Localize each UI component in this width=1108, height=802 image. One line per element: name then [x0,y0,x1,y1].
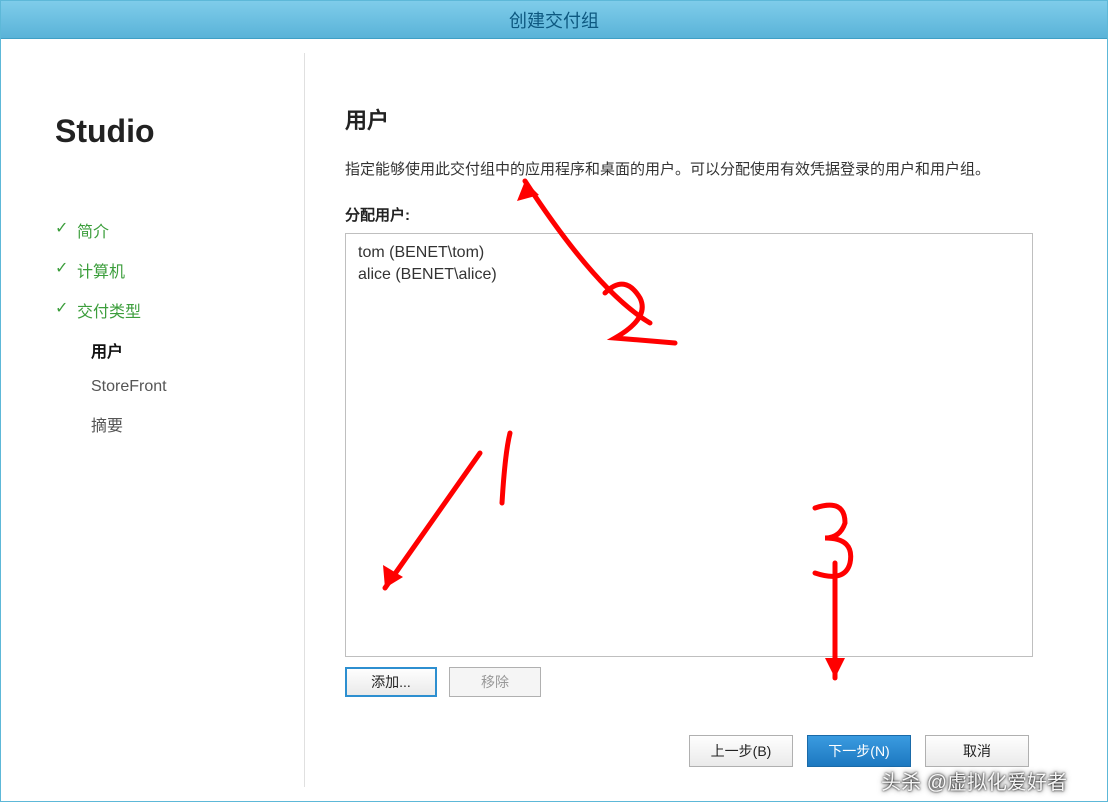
list-item[interactable]: tom (BENET\tom) [358,242,1020,264]
content-area: Studio 简介 计算机 交付类型 用户 StoreFront 摘要 用户 指… [1,39,1107,801]
step-delivery-type[interactable]: 交付类型 [55,290,304,330]
step-summary: 摘要 [55,404,304,444]
step-machines[interactable]: 计算机 [55,250,304,290]
wizard-sidebar: Studio 简介 计算机 交付类型 用户 StoreFront 摘要 [15,53,305,787]
list-item[interactable]: alice (BENET\alice) [358,264,1020,286]
main-panel: 用户 指定能够使用此交付组中的应用程序和桌面的用户。可以分配使用有效凭据登录的用… [305,53,1093,787]
next-button[interactable]: 下一步(N) [807,735,911,767]
dialog-window: 创建交付组 Studio 简介 计算机 交付类型 用户 StoreFront 摘… [0,0,1108,802]
window-title: 创建交付组 [509,7,599,33]
remove-button[interactable]: 移除 [449,667,541,697]
cancel-button[interactable]: 取消 [925,735,1029,767]
step-intro[interactable]: 简介 [55,210,304,250]
users-listbox[interactable]: tom (BENET\tom) alice (BENET\alice) [345,233,1033,658]
page-description: 指定能够使用此交付组中的应用程序和桌面的用户。可以分配使用有效凭据登录的用户和用… [345,159,1033,182]
assign-users-label: 分配用户: [345,204,1033,225]
wizard-footer: 上一步(B) 下一步(N) 取消 [345,735,1033,767]
product-name: Studio [55,113,304,150]
step-users[interactable]: 用户 [55,330,304,370]
page-title: 用户 [345,103,1033,135]
add-button[interactable]: 添加... [345,667,437,697]
wizard-steps: 简介 计算机 交付类型 用户 StoreFront 摘要 [55,210,304,444]
list-actions: 添加... 移除 [345,667,1033,697]
step-storefront: StoreFront [55,370,304,404]
titlebar: 创建交付组 [1,1,1107,39]
back-button[interactable]: 上一步(B) [689,735,793,767]
